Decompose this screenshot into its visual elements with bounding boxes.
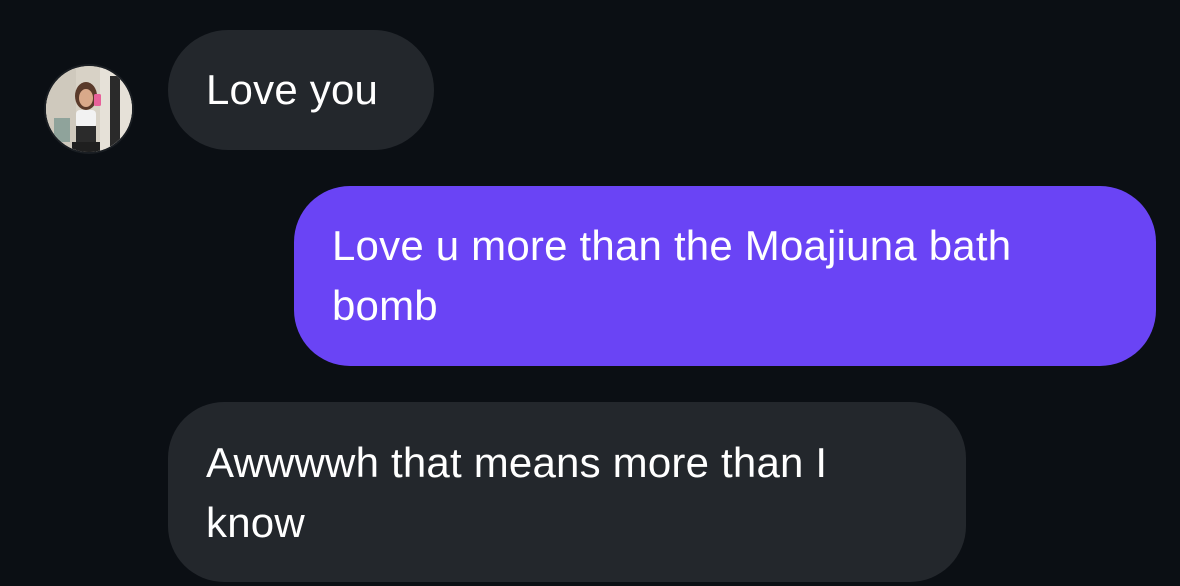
contact-avatar[interactable] [46, 66, 132, 152]
message-text: Love you [206, 66, 379, 113]
message-text: Love u more than the Moajiuna bath bomb [332, 222, 1012, 329]
message-bubble-incoming[interactable]: Love you [168, 30, 434, 150]
message-text: Awwwwh that means more than I know [206, 439, 828, 546]
message-bubble-outgoing[interactable]: Love u more than the Moajiuna bath bomb [294, 186, 1156, 366]
avatar-photo-icon [46, 66, 132, 152]
message-bubble-incoming[interactable]: Awwwwh that means more than I know [168, 402, 966, 582]
